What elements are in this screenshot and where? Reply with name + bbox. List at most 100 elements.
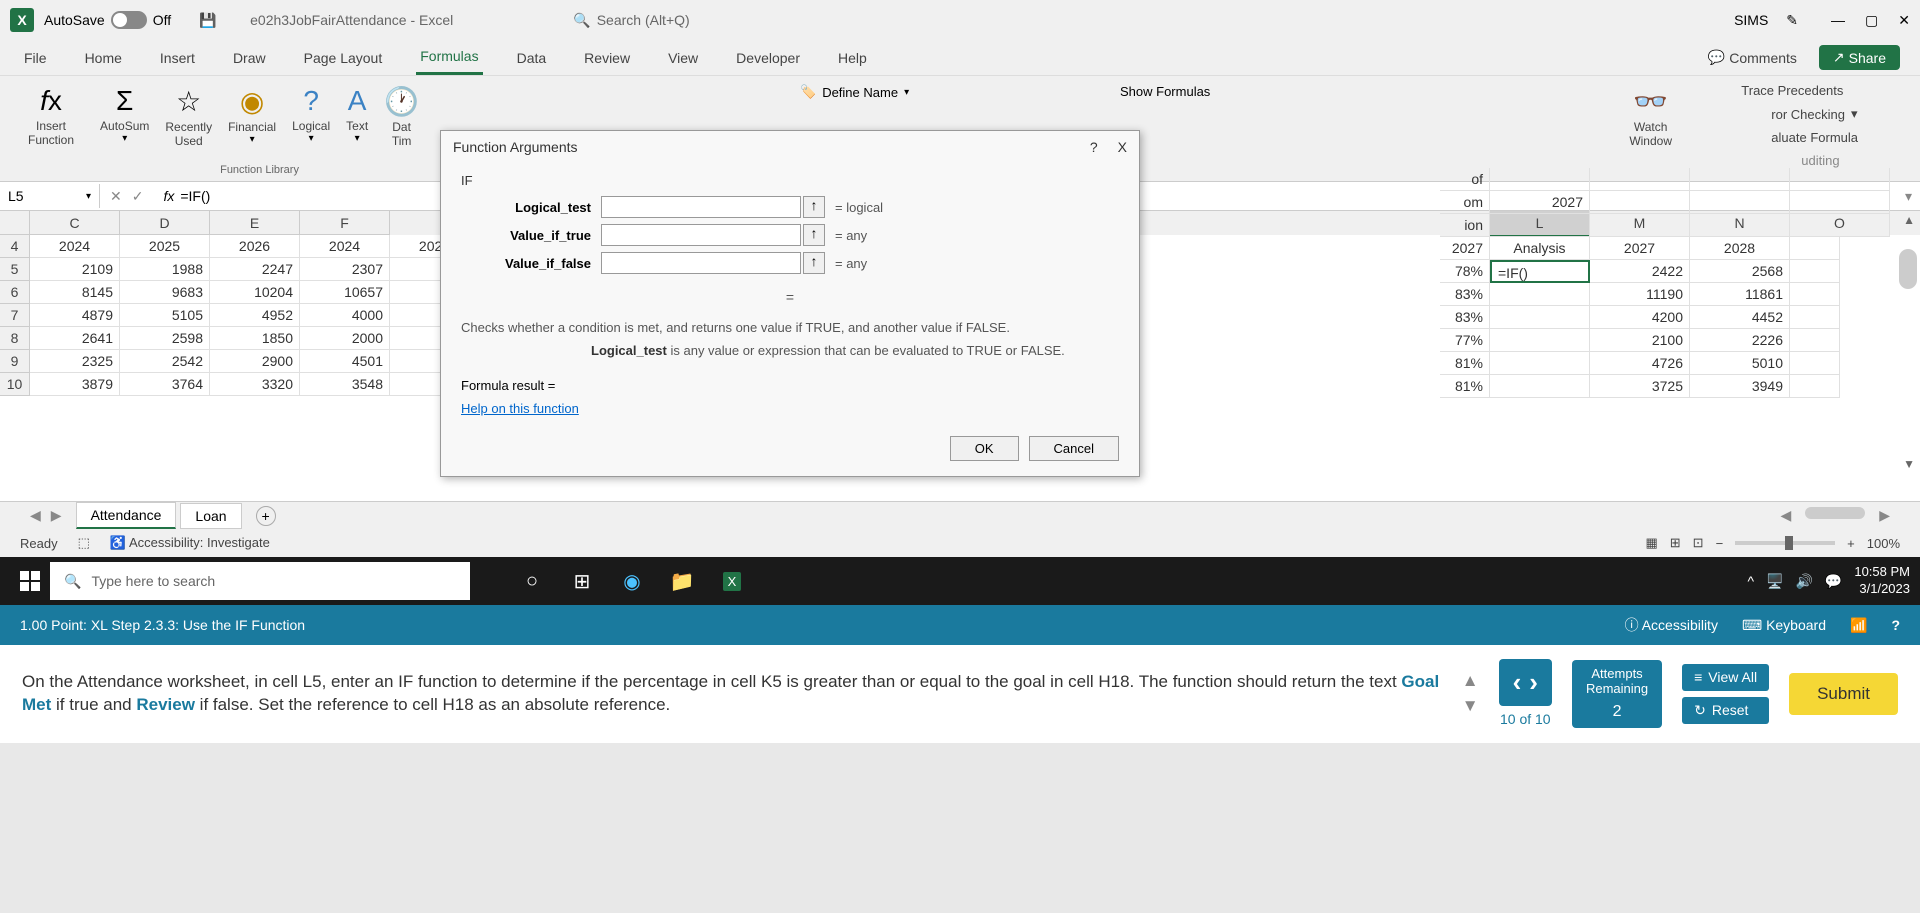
- row-header[interactable]: 8: [0, 327, 30, 350]
- cell[interactable]: [1790, 214, 1890, 237]
- error-checking-button[interactable]: ror Checking: [1771, 107, 1845, 122]
- share-button[interactable]: ↗ Share: [1819, 45, 1900, 70]
- cell[interactable]: 2100: [1590, 329, 1690, 352]
- network-icon[interactable]: 🖥️: [1766, 573, 1783, 590]
- cell[interactable]: 2027: [1490, 191, 1590, 214]
- cell[interactable]: 10204: [210, 281, 300, 304]
- financial-button[interactable]: ◉ Financial ▾: [220, 81, 284, 153]
- sheet-nav-next-icon[interactable]: ▶: [51, 507, 62, 524]
- tab-insert[interactable]: Insert: [156, 42, 199, 74]
- tab-view[interactable]: View: [664, 42, 702, 74]
- minimize-icon[interactable]: —: [1831, 12, 1845, 29]
- cell[interactable]: [1790, 191, 1890, 214]
- cell[interactable]: [1590, 191, 1690, 214]
- sims-accessibility-button[interactable]: ⓘ Accessibility: [1625, 615, 1718, 635]
- cell[interactable]: 2226: [1690, 329, 1790, 352]
- row-header[interactable]: 9: [0, 350, 30, 373]
- row-header[interactable]: 10: [0, 373, 30, 396]
- cell[interactable]: 3949: [1690, 375, 1790, 398]
- hscroll-left-icon[interactable]: ◀: [1780, 507, 1791, 524]
- search-container[interactable]: 🔍 Search (Alt+Q): [573, 12, 689, 29]
- scroll-down-icon[interactable]: ▼: [1903, 457, 1915, 471]
- cell[interactable]: 3879: [30, 373, 120, 396]
- tab-data[interactable]: Data: [513, 42, 551, 74]
- cell[interactable]: 2025: [120, 235, 210, 258]
- cell[interactable]: [1690, 214, 1790, 237]
- row-header[interactable]: 4: [0, 235, 30, 258]
- add-sheet-button[interactable]: +: [256, 506, 276, 526]
- row-header[interactable]: 7: [0, 304, 30, 327]
- cell[interactable]: 83%: [1440, 283, 1490, 306]
- maximize-icon[interactable]: ▢: [1865, 12, 1878, 29]
- hscroll-right-icon[interactable]: ▶: [1879, 507, 1890, 524]
- view-page-break-icon[interactable]: ⊡: [1693, 535, 1704, 551]
- cell[interactable]: 2024: [300, 235, 390, 258]
- cell[interactable]: 81%: [1440, 375, 1490, 398]
- user-edit-icon[interactable]: ✎: [1786, 12, 1798, 29]
- cell[interactable]: [1490, 352, 1590, 375]
- cell[interactable]: 3725: [1590, 375, 1690, 398]
- view-all-button[interactable]: ≡ View All: [1682, 664, 1769, 691]
- view-normal-icon[interactable]: ▦: [1645, 535, 1657, 551]
- zoom-slider[interactable]: [1735, 541, 1835, 545]
- volume-icon[interactable]: 🔊: [1795, 573, 1812, 590]
- cell[interactable]: [1790, 306, 1840, 329]
- recently-used-button[interactable]: ☆ Recently Used: [157, 81, 220, 153]
- close-icon[interactable]: ✕: [1898, 12, 1910, 29]
- excel-taskbar-icon[interactable]: X: [710, 559, 754, 603]
- cell[interactable]: om: [1440, 191, 1490, 214]
- tab-draw[interactable]: Draw: [229, 42, 270, 74]
- cell[interactable]: 11861: [1690, 283, 1790, 306]
- text-button[interactable]: A Text ▾: [338, 81, 376, 153]
- hscroll-handle[interactable]: [1805, 507, 1865, 519]
- submit-button[interactable]: Submit: [1789, 673, 1898, 716]
- cell[interactable]: 5105: [120, 304, 210, 327]
- autosum-button[interactable]: Σ AutoSum ▾: [92, 81, 157, 153]
- tab-help[interactable]: Help: [834, 42, 871, 74]
- cell[interactable]: 4452: [1690, 306, 1790, 329]
- col-header-e[interactable]: E: [210, 211, 300, 235]
- cell[interactable]: 4501: [300, 350, 390, 373]
- cell[interactable]: 2247: [210, 258, 300, 281]
- define-name-button[interactable]: Define Name: [822, 85, 898, 100]
- cell[interactable]: 5010: [1690, 352, 1790, 375]
- cell[interactable]: 2542: [120, 350, 210, 373]
- cell[interactable]: 3764: [120, 373, 210, 396]
- date-time-button[interactable]: 🕐 Dat Tim: [376, 81, 427, 153]
- cell[interactable]: [1490, 306, 1590, 329]
- cell[interactable]: 2641: [30, 327, 120, 350]
- collapse-dialog-icon[interactable]: ↑: [803, 252, 825, 274]
- cell[interactable]: 2000: [300, 327, 390, 350]
- tab-review[interactable]: Review: [580, 42, 634, 74]
- cell[interactable]: Analysis: [1490, 237, 1590, 260]
- cell[interactable]: 1850: [210, 327, 300, 350]
- cell[interactable]: 10657: [300, 281, 390, 304]
- cell[interactable]: 78%: [1440, 260, 1490, 283]
- dialog-close-button[interactable]: X: [1118, 139, 1127, 155]
- cancel-button[interactable]: Cancel: [1029, 436, 1119, 461]
- cell[interactable]: =IF(): [1490, 260, 1590, 283]
- autosave-toggle[interactable]: AutoSave Off: [44, 11, 171, 29]
- zoom-in-icon[interactable]: +: [1847, 536, 1855, 551]
- cell[interactable]: 8145: [30, 281, 120, 304]
- cell[interactable]: 4726: [1590, 352, 1690, 375]
- start-button[interactable]: [10, 561, 50, 601]
- cell[interactable]: ion: [1440, 214, 1490, 237]
- cell[interactable]: [1490, 214, 1590, 237]
- insert-function-button[interactable]: fx Insert Function: [20, 81, 82, 176]
- cell[interactable]: 4000: [300, 304, 390, 327]
- cell[interactable]: [1590, 168, 1690, 191]
- cell[interactable]: 77%: [1440, 329, 1490, 352]
- cancel-formula-icon[interactable]: ✕: [110, 188, 122, 205]
- cell[interactable]: 1988: [120, 258, 210, 281]
- watch-window-button[interactable]: 👓 Watch Window: [1621, 81, 1680, 153]
- view-page-layout-icon[interactable]: ⊞: [1670, 535, 1681, 551]
- cell[interactable]: [1790, 283, 1840, 306]
- cell[interactable]: [1690, 168, 1790, 191]
- dialog-help-button[interactable]: ?: [1090, 139, 1098, 155]
- cell[interactable]: [1790, 329, 1840, 352]
- cell[interactable]: [1790, 237, 1840, 260]
- cell[interactable]: [1490, 329, 1590, 352]
- cell[interactable]: 3548: [300, 373, 390, 396]
- cell[interactable]: [1790, 168, 1890, 191]
